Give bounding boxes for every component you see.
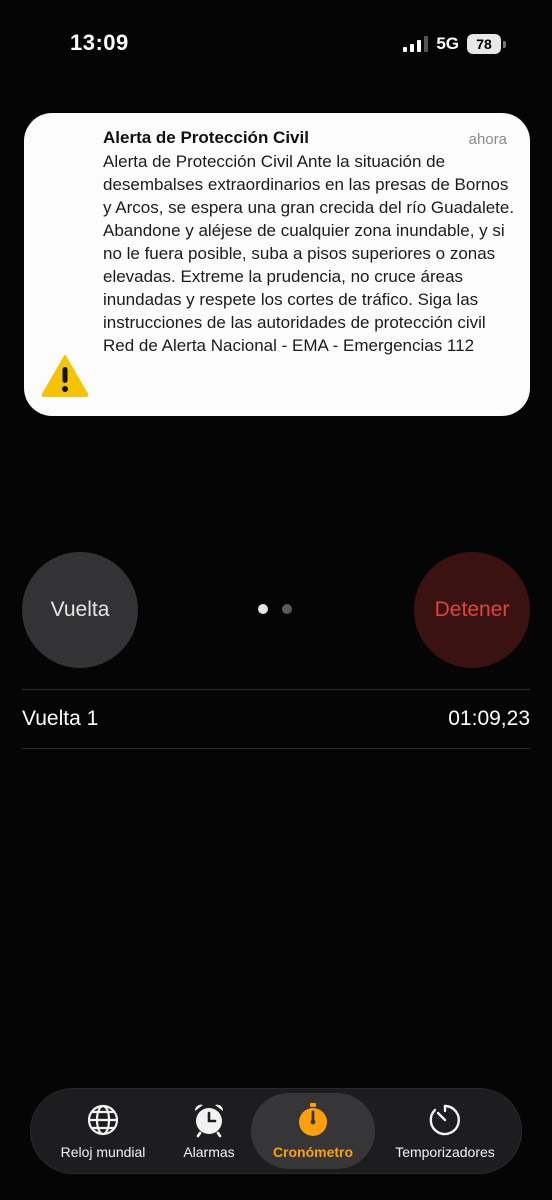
lap-time: 01:09,23 bbox=[448, 707, 530, 730]
status-time: 13:09 bbox=[70, 30, 129, 55]
stopwatch-icon bbox=[299, 1103, 327, 1136]
emergency-alert-notification[interactable]: Alerta de Protección Civil ahora Alerta … bbox=[24, 113, 530, 416]
notification-body: Alerta de Protección Civil Ante la situa… bbox=[103, 152, 515, 355]
page-dot bbox=[282, 604, 292, 614]
tab-alarms[interactable]: Alarmas bbox=[163, 1089, 255, 1173]
tab-label: Temporizadores bbox=[395, 1144, 495, 1160]
tab-stopwatch[interactable]: Cronómetro bbox=[251, 1093, 375, 1169]
tab-label: Reloj mundial bbox=[60, 1144, 146, 1160]
battery-level: 78 bbox=[467, 34, 501, 54]
status-indicators: 5G 78 bbox=[403, 34, 506, 54]
tab-world-clock[interactable]: Reloj mundial bbox=[49, 1089, 157, 1173]
alarm-clock-icon bbox=[194, 1104, 224, 1138]
lap-row: Vuelta 1 01:09,23 bbox=[22, 690, 530, 748]
timer-icon bbox=[429, 1104, 460, 1136]
notification-title: Alerta de Protección Civil bbox=[103, 128, 309, 147]
battery-icon: 78 bbox=[467, 34, 506, 54]
notification-time: ahora bbox=[468, 131, 507, 148]
warning-icon bbox=[41, 355, 89, 397]
divider bbox=[22, 748, 530, 749]
page-indicator[interactable] bbox=[258, 604, 292, 614]
lap-label: Vuelta 1 bbox=[22, 707, 99, 730]
signal-icon bbox=[403, 36, 429, 52]
tab-bar: Reloj mundial Alarmas Cronómetro Tempori… bbox=[30, 1088, 522, 1174]
lap-button[interactable]: Vuelta bbox=[22, 552, 138, 668]
stopwatch-screen: 13:09 5G 78 Alerta de Protección Civil a… bbox=[0, 0, 552, 1200]
globe-icon bbox=[87, 1104, 119, 1136]
stop-button[interactable]: Detener bbox=[414, 552, 530, 668]
network-type: 5G bbox=[436, 34, 459, 53]
tab-label: Cronómetro bbox=[272, 1144, 354, 1160]
tab-timers[interactable]: Temporizadores bbox=[383, 1089, 507, 1173]
tab-label: Alarmas bbox=[183, 1144, 235, 1160]
page-dot-active bbox=[258, 604, 268, 614]
